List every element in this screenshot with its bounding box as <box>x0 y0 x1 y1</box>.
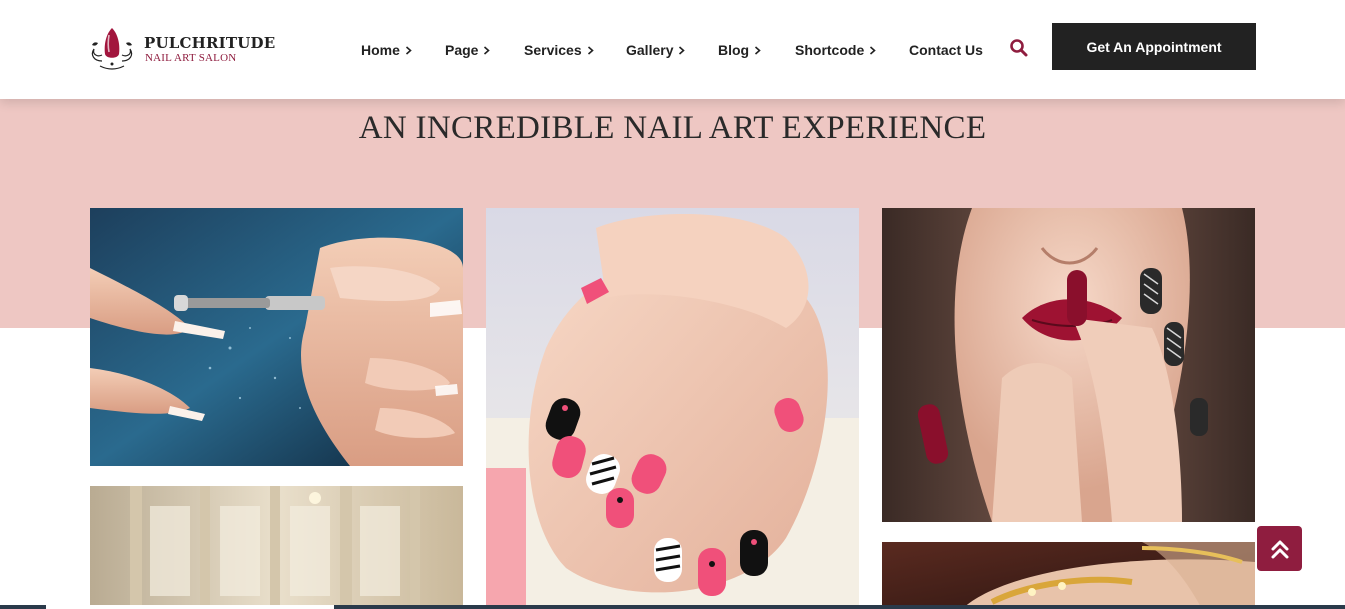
nav-item-label: Services <box>524 42 582 58</box>
nav-item-contact-us[interactable]: Contact Us <box>909 40 983 60</box>
nav-item-services[interactable]: Services <box>524 40 594 60</box>
nav-item-label: Blog <box>718 42 750 58</box>
page-title: AN INCREDIBLE NAIL ART EXPERIENCE <box>358 110 987 146</box>
gold-jewelry-hand-photo <box>882 542 1255 609</box>
nav-item-label: Page <box>445 42 479 58</box>
scroll-to-top-button[interactable] <box>1257 526 1302 571</box>
chevron-right-icon <box>405 45 412 55</box>
nav-item-shortcode[interactable]: Shortcode <box>795 40 876 60</box>
salon-interior-photo <box>90 486 463 609</box>
brand-title: PULCHRITUDE <box>144 34 276 52</box>
bottom-edge-gap <box>46 605 334 609</box>
pink-black-zebra-nails-photo <box>486 208 859 609</box>
chevron-right-icon <box>484 45 491 55</box>
nail-filing-drill-photo <box>90 208 463 466</box>
nav-item-label: Shortcode <box>795 42 865 58</box>
search-icon[interactable] <box>1009 38 1029 58</box>
nav-item-label: Contact Us <box>909 42 983 58</box>
nail-drop-logo-icon <box>91 28 133 70</box>
chevron-right-icon <box>870 45 876 55</box>
nav-item-home[interactable]: Home <box>361 40 412 60</box>
chevron-right-icon <box>679 45 686 55</box>
site-header: PULCHRITUDE NAIL ART SALON Home Page Ser… <box>0 0 1345 99</box>
nav-item-page[interactable]: Page <box>445 40 491 60</box>
nav-item-gallery[interactable]: Gallery <box>626 40 686 60</box>
nav-item-blog[interactable]: Blog <box>718 40 761 60</box>
red-lips-nails-photo <box>882 208 1255 522</box>
brand-logo[interactable]: PULCHRITUDE NAIL ART SALON <box>88 25 275 73</box>
get-appointment-button[interactable]: Get An Appointment <box>1052 23 1256 70</box>
nav-item-label: Gallery <box>626 42 674 58</box>
double-chevron-up-icon <box>1271 540 1288 558</box>
brand-subtitle: NAIL ART SALON <box>145 52 237 64</box>
chevron-right-icon <box>587 45 594 55</box>
nav-item-label: Home <box>361 42 400 58</box>
chevron-right-icon <box>755 45 761 55</box>
